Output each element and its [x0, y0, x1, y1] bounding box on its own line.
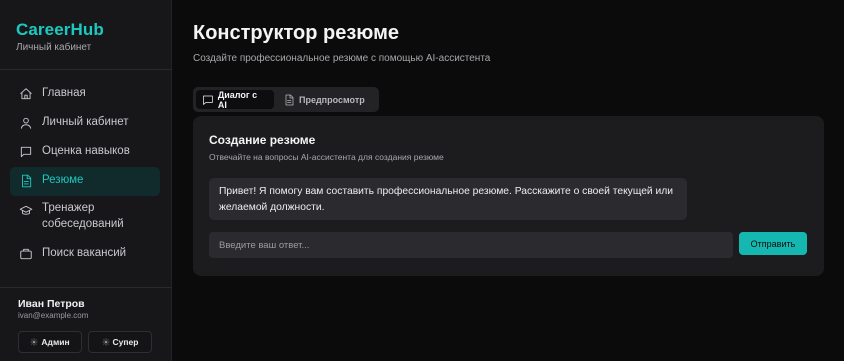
sidebar-item-resume[interactable]: Резюме [10, 167, 160, 196]
gear-icon [31, 338, 38, 346]
sidebar-item-label: Личный кабинет [42, 116, 129, 128]
card-title: Создание резюме [209, 133, 316, 147]
document-icon [19, 174, 33, 188]
assistant-message: Привет! Я помогу вам составить профессио… [209, 178, 687, 220]
super-button[interactable]: Супер [88, 331, 152, 353]
sidebar-item-interview[interactable]: Тренажер собеседований [10, 196, 160, 240]
chat-icon [203, 95, 213, 105]
sidebar-item-label: Главная [42, 87, 86, 99]
admin-button[interactable]: Админ [18, 331, 82, 353]
briefcase-icon [19, 247, 33, 261]
sidebar-item-label: Тренажер собеседований [42, 202, 124, 230]
tab-ai-dialog[interactable]: Диалог с AI [196, 89, 274, 110]
brand-subtitle: Личный кабинет [16, 42, 92, 53]
message-square-icon [19, 145, 33, 159]
user-icon [19, 116, 33, 130]
user-name: Иван Петров [18, 298, 85, 310]
tab-bar: Диалог с AI Предпросмотр [193, 87, 379, 112]
page-subtitle: Создайте профессиональное резюме с помощ… [193, 53, 491, 64]
sidebar-item-jobs[interactable]: Поиск вакансий [10, 240, 160, 269]
graduation-cap-icon [19, 204, 33, 218]
sidebar-nav: Главная Личный кабинет Оценка навыков Ре… [10, 80, 160, 269]
page-title: Конструктор резюме [193, 22, 400, 44]
sidebar-divider [0, 69, 172, 70]
card-subtitle: Отвечайте на вопросы AI-ассистента для с… [209, 152, 444, 162]
sidebar-item-home[interactable]: Главная [10, 80, 160, 109]
tab-label: Предпросмотр [299, 94, 365, 105]
sidebar-item-skills[interactable]: Оценка навыков [10, 138, 160, 167]
sidebar: CareerHub Личный кабинет Главная Личный … [0, 0, 172, 361]
sidebar-divider [0, 287, 172, 288]
sidebar-item-label: Резюме [42, 174, 84, 186]
tab-label: Диалог с AI [217, 89, 258, 110]
file-icon [285, 94, 294, 105]
answer-input[interactable] [209, 232, 733, 258]
tab-preview[interactable]: Предпросмотр [277, 90, 371, 109]
super-button-label: Супер [112, 337, 139, 347]
home-icon [19, 87, 33, 101]
gear-icon [102, 338, 109, 346]
send-button[interactable]: Отправить [739, 232, 807, 255]
sidebar-item-label: Поиск вакансий [42, 247, 127, 259]
admin-button-label: Админ [41, 337, 70, 347]
sidebar-item-profile[interactable]: Личный кабинет [10, 109, 160, 138]
resume-builder-card: Создание резюме Отвечайте на вопросы AI-… [193, 116, 824, 276]
user-email: ivan@example.com [18, 311, 89, 320]
brand-logo[interactable]: CareerHub [16, 20, 104, 40]
sidebar-item-label: Оценка навыков [42, 145, 130, 157]
